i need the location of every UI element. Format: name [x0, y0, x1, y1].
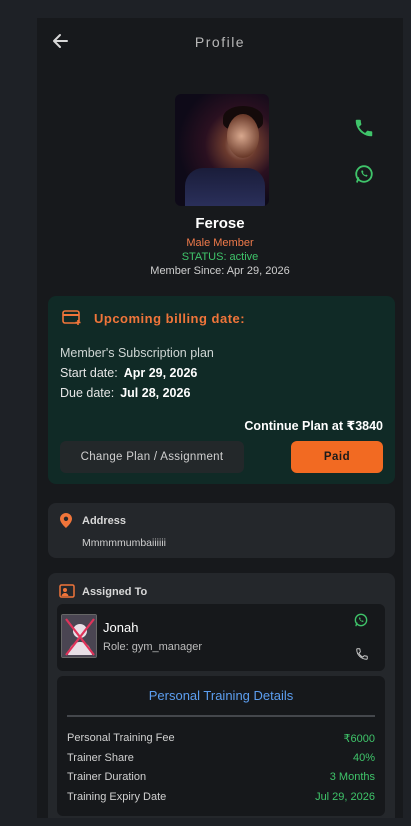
assigned-to-label: Assigned To	[82, 586, 148, 598]
contact-card-icon	[59, 584, 75, 598]
training-row: Personal Training Fee ₹6000	[67, 732, 375, 745]
phone-icon[interactable]	[355, 647, 369, 661]
phone-icon[interactable]	[353, 117, 375, 139]
training-row-value: 40%	[352, 752, 375, 764]
training-row-label: Trainer Duration	[67, 771, 147, 783]
change-plan-button[interactable]: Change Plan / Assignment	[60, 441, 244, 473]
whatsapp-icon[interactable]	[353, 163, 375, 185]
training-row-label: Personal Training Fee	[67, 732, 175, 744]
continue-plan-price: Continue Plan at ₹3840	[244, 419, 383, 433]
training-title: Personal Training Details	[148, 688, 294, 703]
training-row-label: Trainer Share	[67, 752, 134, 764]
trainer-name: Jonah	[103, 620, 139, 635]
due-date-value: Jul 28, 2026	[120, 386, 191, 400]
profile-screen: Profile Ferose Male Member STATUS: activ…	[37, 18, 403, 818]
training-row-label: Training Expiry Date	[67, 791, 167, 803]
address-label: Address	[82, 515, 127, 527]
start-date-label: Start date:	[60, 366, 118, 380]
training-row: Trainer Share 40%	[67, 752, 375, 764]
no-photo-icon	[62, 615, 96, 657]
training-row: Trainer Duration 3 Months	[67, 771, 375, 783]
address-value: Mmmmmumbaiiiiii	[82, 537, 166, 549]
start-date-value: Apr 29, 2026	[123, 366, 198, 380]
due-date-label: Due date:	[60, 386, 115, 400]
billing-heading: Upcoming billing date:	[94, 311, 246, 326]
whatsapp-icon[interactable]	[353, 612, 369, 628]
training-row-value: ₹6000	[343, 733, 375, 745]
member-name: Ferose	[195, 215, 245, 232]
start-date-row: Start date: Apr 29, 2026	[60, 366, 197, 380]
page-title: Profile	[194, 34, 246, 50]
due-date-row: Due date: Jul 28, 2026	[60, 386, 190, 400]
trainer-role: Role: gym_manager	[103, 641, 203, 653]
status-badge: STATUS: active	[181, 251, 259, 263]
member-type: Male Member	[186, 237, 254, 249]
training-row-value: 3 Months	[329, 771, 375, 783]
member-since: Member Since: Apr 29, 2026	[150, 265, 290, 277]
location-pin-icon	[60, 513, 72, 528]
billing-card: Upcoming billing date: Member's Subscrip…	[48, 296, 395, 484]
address-card: Address Mmmmmumbaiiiiii	[48, 503, 395, 558]
member-photo	[175, 94, 269, 206]
paid-button[interactable]: Paid	[291, 441, 383, 473]
training-row: Training Expiry Date Jul 29, 2026	[67, 791, 375, 803]
trainer-card[interactable]: Jonah Role: gym_manager	[57, 604, 385, 671]
top-bar: Profile	[37, 18, 403, 66]
subscription-plan-label: Member's Subscription plan	[60, 346, 214, 360]
credit-card-add-icon	[62, 310, 81, 325]
trainer-avatar	[61, 614, 97, 658]
personal-training-details: Personal Training Details Personal Train…	[57, 676, 385, 816]
assigned-to-card: Assigned To Jonah Role: gym_manager Pers…	[48, 573, 395, 818]
training-row-value: Jul 29, 2026	[315, 791, 375, 803]
divider	[67, 715, 375, 717]
